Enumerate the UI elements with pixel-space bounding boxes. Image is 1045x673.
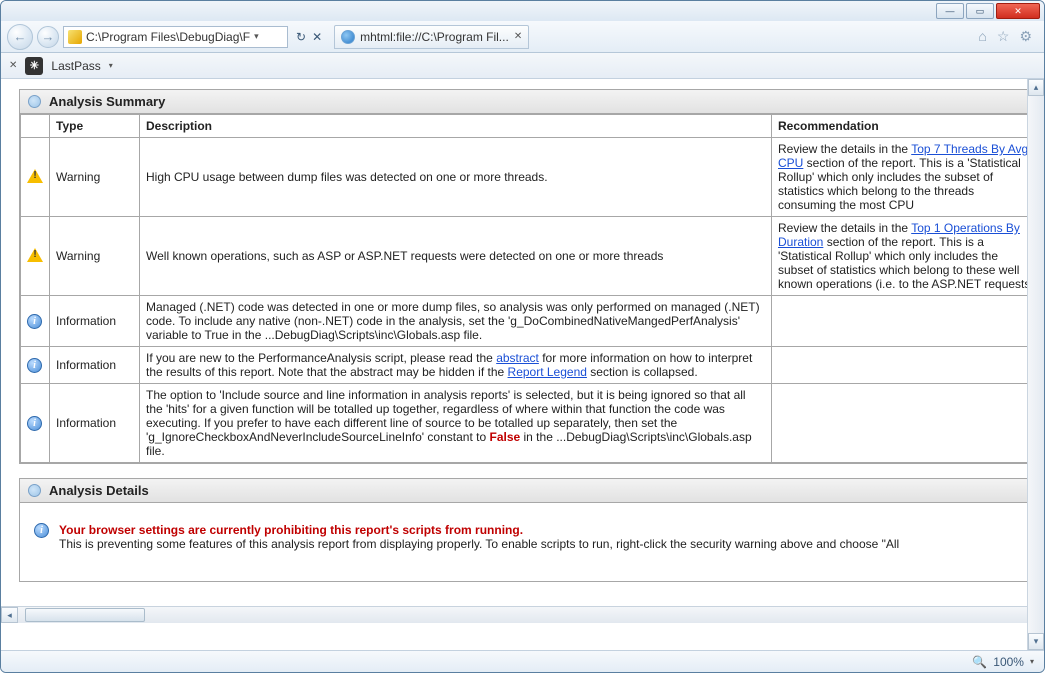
lastpass-close-icon[interactable]: ✕ [9,60,17,71]
section-toggle-icon [28,484,41,497]
details-heading: Your browser settings are currently proh… [59,523,523,537]
stop-button[interactable]: ✕ [312,30,322,44]
address-bar: ← → C:\Program Files\DebugDiag\F ▾ ↻ ✕ m… [1,21,1044,53]
tab-close-icon[interactable]: ✕ [514,31,522,42]
row-type: Information [50,347,140,384]
maximize-button[interactable]: ▭ [966,3,994,19]
nav-back-button[interactable]: ← [7,24,33,50]
vertical-scrollbar[interactable]: ▴ ▾ [1027,79,1044,650]
row-type: Information [50,296,140,347]
row-description: Well known operations, such as ASP or AS… [140,217,772,296]
table-row: i Information If you are new to the Perf… [21,347,1042,384]
url-dropdown-icon[interactable]: ▾ [254,31,259,42]
url-input[interactable]: C:\Program Files\DebugDiag\F ▾ [63,26,288,48]
scroll-up-button[interactable]: ▴ [1028,79,1044,96]
warning-icon [27,248,43,262]
row-description: Managed (.NET) code was detected in one … [140,296,772,347]
table-row: Warning High CPU usage between dump file… [21,138,1042,217]
tools-icon[interactable]: ⚙ [1019,28,1032,45]
header-recommendation: Recommendation [772,115,1042,138]
minimize-button[interactable]: — [936,3,964,19]
url-text: C:\Program Files\DebugDiag\F [86,30,250,44]
zoom-icon[interactable]: 🔍 [972,655,987,669]
lastpass-label: LastPass [51,59,100,73]
header-description: Description [140,115,772,138]
info-icon: i [34,523,49,538]
analysis-summary-section: Analysis Summary Type Description Recomm… [19,89,1043,464]
header-type: Type [50,115,140,138]
row-type: Warning [50,138,140,217]
window-titlebar: — ▭ ✕ [1,1,1044,21]
report-content: Analysis Summary Type Description Recomm… [1,79,1044,606]
details-body: i Your browser settings are currently pr… [20,503,1042,581]
scroll-down-button[interactable]: ▾ [1028,633,1044,650]
ie-icon [341,30,355,44]
browser-tab[interactable]: mhtml:file://C:\Program Fil... ✕ [334,25,529,49]
lastpass-dropdown-icon[interactable]: ▾ [109,61,113,70]
lastpass-badge-icon: ✳ [25,57,43,75]
scroll-left-button[interactable]: ◂ [1,607,18,623]
address-action-buttons: ↻ ✕ [296,30,322,44]
lastpass-toolbar: ✕ ✳ LastPass ▾ [1,53,1044,79]
report-legend-link[interactable]: Report Legend [508,365,587,379]
horizontal-scrollbar[interactable]: ◂ ▸ [1,606,1044,623]
row-recommendation: Review the details in the Top 1 Operatio… [772,217,1042,296]
analysis-summary-header[interactable]: Analysis Summary [20,90,1042,114]
summary-title: Analysis Summary [49,94,165,109]
analysis-details-section: Analysis Details i Your browser settings… [19,478,1043,582]
zoom-dropdown-icon[interactable]: ▾ [1030,657,1034,666]
page-favicon-icon [68,30,82,44]
nav-forward-button[interactable]: → [37,26,59,48]
row-type: Warning [50,217,140,296]
status-bar: 🔍 100% ▾ [1,650,1044,672]
summary-table: Type Description Recommendation Warning … [20,114,1042,463]
row-recommendation [772,384,1042,463]
analysis-details-header[interactable]: Analysis Details [20,479,1042,503]
info-icon: i [27,416,42,431]
row-description: If you are new to the PerformanceAnalysi… [140,347,772,384]
zoom-level: 100% [993,655,1024,669]
table-row: i Information The option to 'Include sou… [21,384,1042,463]
row-recommendation: Review the details in the Top 7 Threads … [772,138,1042,217]
table-row: i Information Managed (.NET) code was de… [21,296,1042,347]
row-description: The option to 'Include source and line i… [140,384,772,463]
warning-icon [27,169,43,183]
table-row: Warning Well known operations, such as A… [21,217,1042,296]
row-description: High CPU usage between dump files was de… [140,138,772,217]
row-type: Information [50,384,140,463]
row-recommendation [772,296,1042,347]
info-icon: i [27,314,42,329]
page-viewport: Analysis Summary Type Description Recomm… [1,79,1044,650]
header-icon [21,115,50,138]
tab-title: mhtml:file://C:\Program Fil... [360,30,509,44]
table-header-row: Type Description Recommendation [21,115,1042,138]
details-title: Analysis Details [49,483,149,498]
details-text: Your browser settings are currently proh… [59,523,899,551]
browser-window: — ▭ ✕ ← → C:\Program Files\DebugDiag\F ▾… [0,0,1045,673]
info-icon: i [27,358,42,373]
favorites-icon[interactable]: ☆ [997,28,1010,45]
close-button[interactable]: ✕ [996,3,1040,19]
false-constant: False [489,430,520,444]
home-icon[interactable]: ⌂ [978,28,986,45]
abstract-link[interactable]: abstract [496,351,539,365]
scroll-thumb[interactable] [25,608,145,622]
section-toggle-icon [28,95,41,108]
details-body-text: This is preventing some features of this… [59,537,899,551]
refresh-button[interactable]: ↻ [296,30,306,44]
row-recommendation [772,347,1042,384]
